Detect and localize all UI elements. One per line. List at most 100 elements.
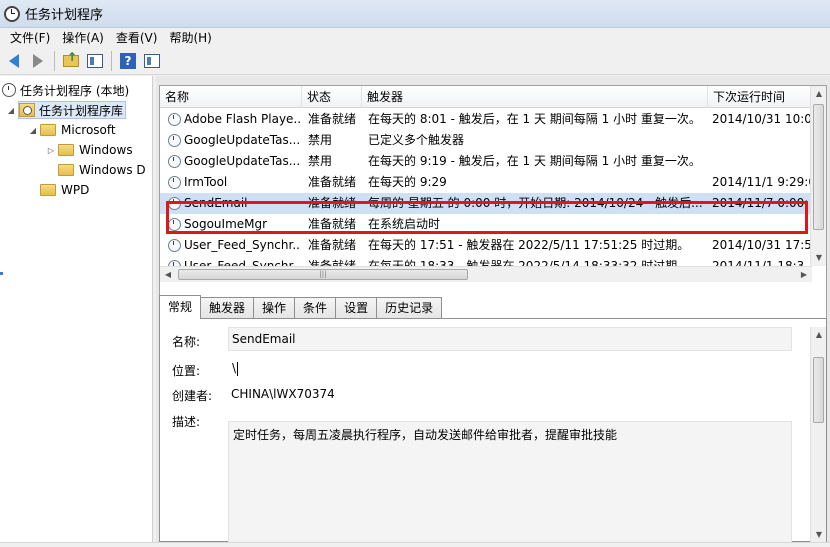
tab-triggers[interactable]: 触发器 (200, 297, 255, 319)
table-row[interactable]: User_Feed_Synchr... 准备就绪 在每天的 18:33 - 触发… (160, 256, 812, 266)
expand-arrow-icon[interactable]: ◢ (6, 106, 16, 115)
task-next-run (712, 130, 812, 151)
tree-item-windows[interactable]: ▷ Windows (46, 140, 133, 160)
up-one-level-button[interactable] (60, 50, 82, 72)
task-name: User_Feed_Synchr... (184, 238, 300, 252)
task-list-horizontal-scrollbar[interactable]: ◀ ||| ▶ (160, 266, 812, 282)
column-header-status[interactable]: 状态 (302, 86, 362, 108)
scroll-down-icon[interactable]: ▼ (811, 527, 827, 543)
column-header-next-run[interactable]: 下次运行时间 (708, 86, 812, 108)
task-library-folder-icon (19, 103, 35, 117)
tree-item-label: Microsoft (61, 123, 116, 137)
menu-file[interactable]: 文件(F) (4, 28, 56, 48)
task-next-run: 2014/11/1 9:29:0 (712, 175, 812, 189)
show-hide-console-tree-icon (87, 54, 103, 68)
tab-settings[interactable]: 设置 (335, 297, 378, 319)
task-status: 准备就绪 (308, 238, 357, 252)
tab-actions[interactable]: 操作 (253, 297, 296, 319)
task-location-field[interactable]: \ (228, 356, 792, 380)
selection-highlight-annotation (166, 201, 808, 234)
task-status: 禁用 (308, 133, 333, 147)
column-header-name[interactable]: 名称 (160, 86, 302, 108)
task-next-run: 2014/10/31 10:0 (712, 112, 812, 126)
description-label: 描述: (172, 415, 201, 429)
scroll-up-icon[interactable]: ▲ (811, 327, 827, 343)
folder-icon (40, 184, 56, 196)
clock-icon (2, 83, 16, 97)
table-row[interactable]: Adobe Flash Playe... 准备就绪 在每天的 8:01 - 触发… (160, 109, 812, 130)
general-tab-content: 名称: SendEmail 位置: \ 创建者: CHINA\lWX70374 … (159, 318, 827, 543)
task-clock-icon (168, 239, 181, 252)
tree-item-label: 任务计划程序 (本地) (20, 83, 130, 98)
collapse-arrow-icon[interactable]: ▷ (46, 146, 56, 155)
tree-item-label: WPD (61, 183, 90, 197)
scroll-thumb[interactable] (813, 357, 824, 423)
show-hide-tree-button[interactable] (84, 50, 106, 72)
forward-arrow-icon (33, 54, 43, 68)
task-clock-icon (168, 134, 181, 147)
table-row[interactable]: GoogleUpdateTas... 禁用 已定义多个触发器 (160, 130, 812, 151)
table-row[interactable]: GoogleUpdateTas... 禁用 在每天的 9:19 - 触发后，在 … (160, 151, 812, 172)
task-clock-icon (168, 176, 181, 189)
status-bar (0, 542, 830, 547)
scroll-thumb[interactable] (813, 104, 824, 230)
task-trigger: 在每天的 8:01 - 触发后，在 1 天 期间每隔 1 小时 重复一次。 (368, 112, 701, 126)
task-name: Adobe Flash Playe... (184, 112, 300, 126)
task-trigger: 在每天的 17:51 - 触发器在 2022/5/11 17:51:25 时过期… (368, 238, 690, 252)
description-field[interactable]: 定时任务，每周五凌晨执行程序，自动发送邮件给审批者，提醒审批技能 (228, 421, 792, 543)
task-clock-icon (168, 113, 181, 126)
task-name-field[interactable]: SendEmail (228, 327, 792, 351)
detail-vertical-scrollbar[interactable]: ▲ ▼ (810, 327, 826, 543)
tree-item-library[interactable]: ◢ 任务计划程序库 (6, 100, 127, 120)
help-button[interactable]: ? (117, 50, 139, 72)
tab-history[interactable]: 历史记录 (376, 297, 443, 319)
clock-icon (4, 5, 20, 22)
column-header-trigger[interactable]: 触发器 (362, 86, 708, 108)
expand-arrow-icon[interactable]: ◢ (28, 126, 38, 135)
tree-item-label: 任务计划程序库 (39, 103, 124, 118)
description-text: 定时任务，每周五凌晨执行程序，自动发送邮件给审批者，提醒审批技能 (233, 428, 618, 442)
table-row[interactable]: User_Feed_Synchr... 准备就绪 在每天的 17:51 - 触发… (160, 235, 812, 256)
table-row[interactable]: IrmTool 准备就绪 在每天的 9:29 2014/11/1 9:29:0 (160, 172, 812, 193)
main-pane: 名称 状态 触发器 下次运行时间 Adobe Flash Playe... 准备… (156, 76, 830, 543)
detail-tabs: 常规 触发器 操作 条件 设置 历史记录 (159, 295, 443, 319)
scroll-left-icon[interactable]: ◀ (160, 267, 176, 283)
toolbar-separator (54, 51, 55, 71)
tree-item-windows-defender[interactable]: Windows D (58, 160, 146, 180)
menu-view[interactable]: 查看(V) (110, 28, 164, 48)
author-value: CHINA\lWX70374 (231, 387, 335, 401)
tree-item-wpd[interactable]: WPD (40, 180, 89, 200)
forward-button[interactable] (27, 50, 49, 72)
location-label: 位置: (172, 364, 201, 378)
back-button[interactable] (3, 50, 25, 72)
task-name: IrmTool (184, 175, 228, 189)
task-clock-icon (168, 155, 181, 168)
scroll-thumb[interactable]: ||| (178, 269, 468, 280)
task-status: 禁用 (308, 154, 333, 168)
menu-help[interactable]: 帮助(H) (163, 28, 217, 48)
console-tree: 任务计划程序 (本地) ◢ 任务计划程序库 ◢ Microsoft ▷ Wind… (0, 76, 153, 542)
toolbar: ? (0, 48, 830, 75)
task-detail-pane: 常规 触发器 操作 条件 设置 历史记录 名称: SendEmail 位置: \… (159, 292, 827, 543)
focus-marker (0, 272, 3, 275)
location-value: \ (232, 361, 237, 375)
help-icon: ? (120, 53, 136, 69)
back-arrow-icon (9, 54, 19, 68)
scroll-right-icon[interactable]: ▶ (796, 267, 812, 283)
toolbar-separator (111, 51, 112, 71)
scroll-up-icon[interactable]: ▲ (811, 86, 826, 102)
tab-conditions[interactable]: 条件 (294, 297, 337, 319)
scroll-down-icon[interactable]: ▼ (811, 250, 826, 266)
action-pane-button[interactable] (141, 50, 163, 72)
task-trigger: 已定义多个触发器 (368, 133, 465, 147)
tree-item-microsoft[interactable]: ◢ Microsoft (28, 120, 116, 140)
action-pane-icon (144, 54, 160, 68)
tree-item-root[interactable]: 任务计划程序 (本地) (2, 80, 129, 100)
menu-bar: 文件(F) 操作(A) 查看(V) 帮助(H) (0, 28, 830, 48)
task-list-vertical-scrollbar[interactable]: ▲ ▼ (810, 86, 826, 266)
folder-icon (58, 164, 74, 176)
task-name: GoogleUpdateTas... (184, 154, 300, 168)
folder-up-icon (63, 50, 79, 67)
menu-action[interactable]: 操作(A) (56, 28, 110, 48)
tab-general[interactable]: 常规 (159, 295, 202, 319)
